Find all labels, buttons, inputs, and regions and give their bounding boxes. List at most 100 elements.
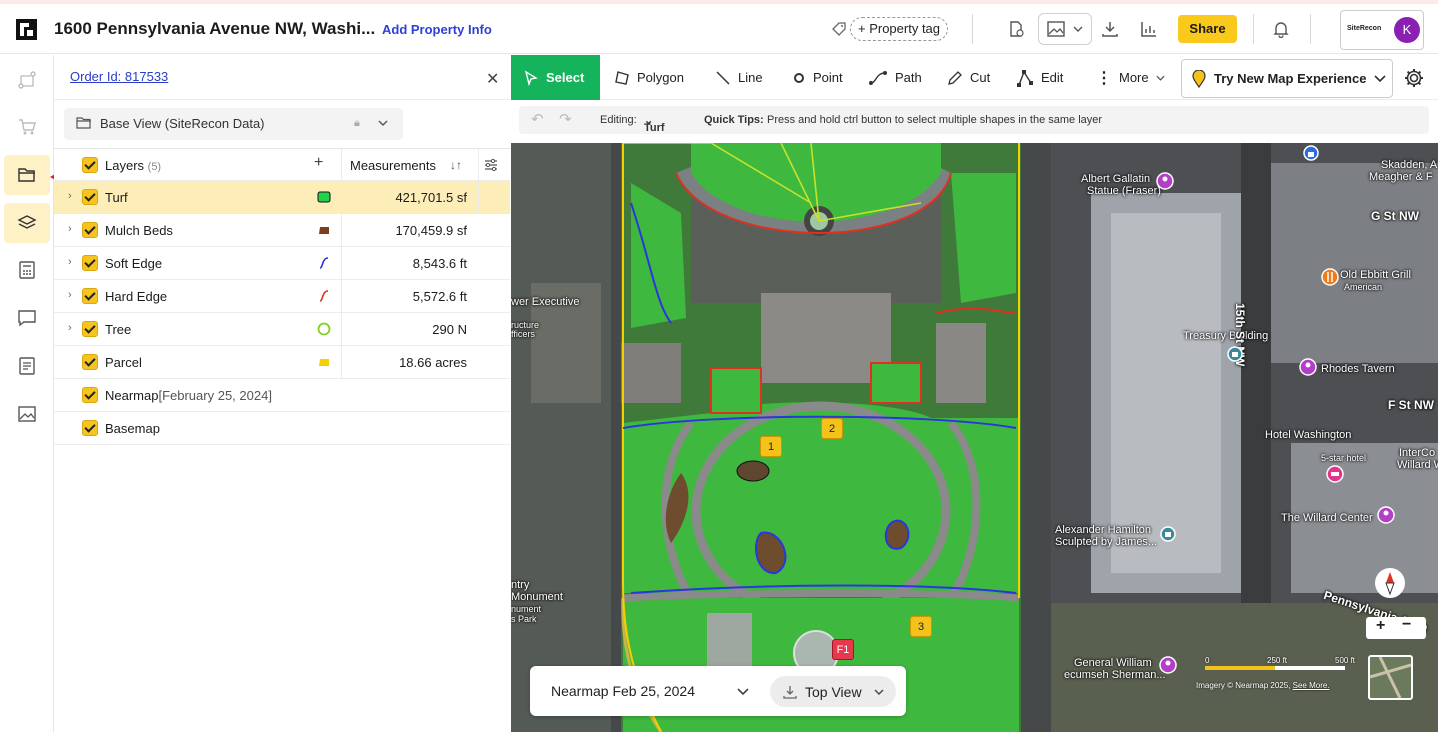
minimap-thumbnail[interactable]	[1368, 655, 1413, 700]
add-property-info-link[interactable]: Add Property Info	[382, 22, 492, 37]
line-tool-button[interactable]: Line	[715, 55, 763, 100]
property-tag-button[interactable]: + Property tag	[850, 17, 949, 41]
drawing-toolbar: Select Polygon Line Point Path Cut Edit …	[511, 55, 1438, 100]
layer-row-nearmap[interactable]: Nearmap[February 25, 2024]	[54, 379, 510, 412]
layer-checkbox[interactable]	[82, 387, 98, 403]
layer-checkbox[interactable]	[82, 354, 98, 370]
share-button[interactable]: Share	[1178, 15, 1237, 43]
map-marker-1[interactable]: 1	[760, 436, 782, 457]
map-label: Rhodes Tavern	[1321, 363, 1395, 375]
layer-row-mulch-beds[interactable]: › Mulch Beds 170,459.9 sf	[54, 214, 510, 247]
nearmap-date-label: Nearmap Feb 25, 2024	[551, 683, 695, 699]
point-tool-button[interactable]: Point	[792, 55, 843, 100]
zoom-out-button[interactable]: −	[1402, 616, 1411, 634]
app-logo-icon[interactable]	[16, 19, 37, 40]
map-marker-f1[interactable]: F1	[832, 639, 854, 660]
map-marker-3[interactable]: 3	[910, 616, 932, 637]
calculator-icon[interactable]	[4, 250, 50, 290]
path-tool-button[interactable]: Path	[868, 55, 922, 100]
layer-checkbox[interactable]	[82, 420, 98, 436]
layer-measurement: 421,701.5 sf	[395, 190, 467, 205]
statue-poi-icon[interactable]	[1159, 656, 1177, 674]
layer-row-turf[interactable]: › Turf 421,701.5 sf	[54, 181, 510, 214]
expand-icon[interactable]: ›	[68, 289, 72, 301]
statue-poi-icon[interactable]	[1299, 358, 1317, 376]
gallery-icon[interactable]	[4, 394, 50, 434]
account-menu[interactable]: SiteRecon K	[1340, 10, 1424, 50]
cart-icon[interactable]	[4, 107, 50, 147]
view-mode-dropdown[interactable]: Top View	[770, 676, 896, 707]
layers-table: Layers (5) + Measurements ↓↑ › Turf 421,…	[54, 148, 510, 445]
edit-tool-button[interactable]: Edit	[1016, 55, 1063, 100]
restaurant-poi-icon[interactable]	[1321, 268, 1339, 286]
report-status-icon[interactable]	[1003, 16, 1029, 42]
add-layer-icon[interactable]: +	[314, 154, 323, 172]
header-divider	[1310, 14, 1311, 44]
expand-icon[interactable]: ›	[68, 256, 72, 268]
redo-icon[interactable]: ↷	[559, 110, 572, 128]
layer-name: Parcel	[105, 355, 142, 370]
map-label: wer Executive	[511, 296, 580, 308]
pen-cut-icon	[948, 70, 962, 85]
avatar[interactable]: K	[1394, 17, 1420, 43]
hotel-poi-icon[interactable]	[1326, 465, 1344, 483]
polygon-tool-button[interactable]: Polygon	[614, 55, 684, 100]
select-tool-button[interactable]: Select	[511, 55, 600, 100]
layer-name: Turf	[105, 190, 128, 205]
chat-icon[interactable]	[4, 298, 50, 338]
statue-poi-icon[interactable]	[1377, 506, 1395, 524]
statue-poi-icon[interactable]	[1156, 172, 1174, 190]
undo-icon[interactable]: ↶	[531, 110, 544, 128]
more-tools-dropdown[interactable]: ⋮ More	[1096, 55, 1165, 100]
order-id-link[interactable]: Order Id: 817533	[70, 69, 168, 84]
bell-icon[interactable]	[1268, 16, 1294, 42]
layer-row-basemap[interactable]: Basemap	[54, 412, 510, 445]
expand-icon[interactable]: ›	[68, 322, 72, 334]
map-street-label: G St NW	[1371, 209, 1419, 223]
try-new-map-experience-dropdown[interactable]: Try New Map Experience	[1181, 59, 1393, 98]
expand-icon[interactable]: ›	[68, 190, 72, 202]
image-export-dropdown[interactable]	[1038, 13, 1092, 45]
see-more-link[interactable]: See More.	[1293, 681, 1330, 690]
layer-name: Nearmap[February 25, 2024]	[105, 388, 272, 403]
select-label: Select	[546, 70, 585, 85]
layer-row-hard-edge[interactable]: › Hard Edge 5,572.6 ft	[54, 280, 510, 313]
layer-checkbox[interactable]	[82, 321, 98, 337]
image-icon	[1047, 21, 1065, 37]
museum-poi-icon[interactable]	[1160, 526, 1176, 542]
zoom-in-button[interactable]: +	[1376, 617, 1385, 635]
map-marker-2[interactable]: 2	[821, 418, 843, 439]
sort-icon[interactable]: ↓↑	[450, 158, 462, 172]
layers-icon[interactable]	[4, 203, 50, 243]
expand-icon[interactable]: ›	[68, 223, 72, 235]
layer-checkbox[interactable]	[82, 288, 98, 304]
filter-sliders-icon[interactable]	[484, 158, 498, 172]
editing-layer-dropdown[interactable]: Turf ⌄	[644, 114, 665, 134]
layer-checkbox[interactable]	[82, 255, 98, 271]
compass-button[interactable]	[1375, 568, 1405, 598]
cut-tool-button[interactable]: Cut	[947, 55, 990, 100]
close-icon[interactable]: ✕	[486, 69, 499, 89]
museum-poi-icon[interactable]	[1227, 346, 1243, 362]
measurements-header: Measurements	[350, 158, 436, 173]
select-all-checkbox[interactable]	[82, 157, 98, 173]
layer-checkbox[interactable]	[82, 189, 98, 205]
folder-icon[interactable]	[4, 155, 50, 195]
layer-row-tree[interactable]: › Tree 290 N	[54, 313, 510, 346]
map-canvas[interactable]: 1 2 3 F1 Albert Gallatin Statue (Fraser)…	[511, 143, 1438, 732]
map-street-label: F St NW	[1388, 398, 1434, 412]
layer-checkbox[interactable]	[82, 222, 98, 238]
chevron-down-icon[interactable]	[737, 688, 749, 696]
workflow-icon[interactable]	[4, 60, 50, 100]
view-mode-label: Top View	[805, 684, 862, 700]
measure-chart-icon[interactable]	[1136, 16, 1162, 42]
layer-row-parcel[interactable]: Parcel 18.66 acres	[54, 346, 510, 379]
point-icon	[794, 72, 804, 83]
lock-poi-icon[interactable]	[1303, 145, 1319, 161]
base-view-dropdown[interactable]: Base View (SiteRecon Data) 🔒︎	[64, 108, 403, 140]
map-label: 5-star hotel	[1321, 453, 1367, 463]
download-icon[interactable]	[1097, 16, 1123, 42]
gear-icon[interactable]	[1403, 67, 1425, 89]
document-icon[interactable]	[4, 346, 50, 386]
layer-row-soft-edge[interactable]: › Soft Edge 8,543.6 ft	[54, 247, 510, 280]
